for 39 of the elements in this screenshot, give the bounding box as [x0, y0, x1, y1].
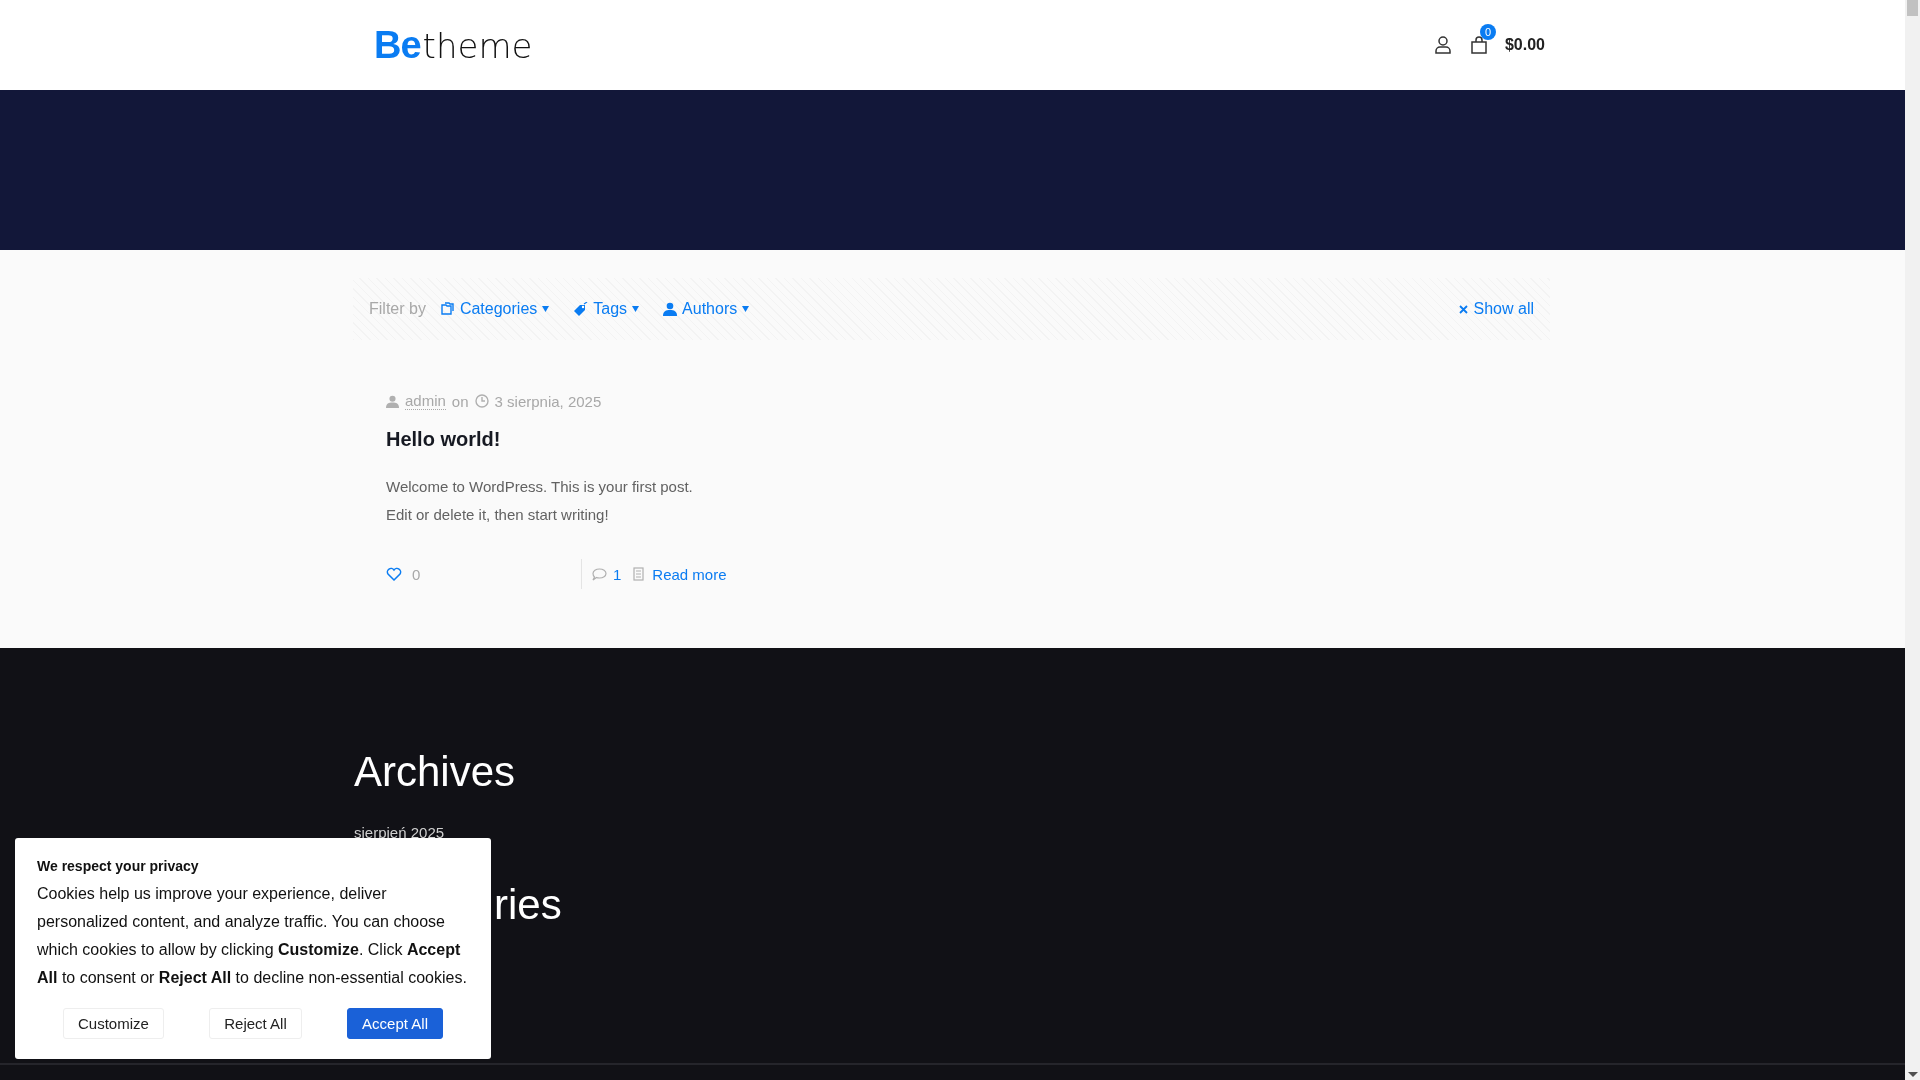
heart-icon[interactable]	[386, 567, 402, 581]
like-count: 0	[412, 565, 421, 583]
meta-text: on	[451, 392, 469, 410]
document-icon	[633, 567, 645, 581]
cookie-text: Cookies help us improve your experience, deliver personalized content, and analyze traffic. You can choose which cookies to allow by clicking Customize. Click Accept All to consent or Reject All to decline non-essential cookies.	[37, 884, 468, 988]
post-date: 3 sierpnia, 2025	[494, 392, 602, 410]
comment-icon	[592, 567, 607, 581]
scrollbar[interactable]	[1905, 0, 1920, 1080]
filter-label: Filter by	[369, 300, 426, 318]
read-more-link[interactable]: Read more	[652, 565, 727, 583]
cookie-button[interactable]: Reject All	[209, 1008, 302, 1039]
widget-title: Archives	[354, 748, 517, 796]
filter-dropdown[interactable]: Categories	[459, 300, 538, 318]
filter-dropdown[interactable]: Authors	[682, 300, 738, 318]
post-excerpt: Welcome to WordPress. This is your first post.	[386, 477, 694, 497]
cart-count-badge: 0	[1479, 24, 1496, 40]
caret-icon	[742, 306, 750, 312]
caret-icon	[542, 306, 550, 312]
archive-link[interactable]: sierpień 2025	[354, 824, 445, 841]
user-icon[interactable]	[1434, 36, 1451, 54]
accept-button[interactable]: Accept All	[347, 1008, 443, 1039]
comment-count[interactable]: 1	[613, 565, 622, 583]
close-icon	[1458, 304, 1468, 314]
post-excerpt: Edit or delete it, then start writing!	[386, 505, 610, 525]
show-all-link[interactable]: Show all	[1473, 300, 1534, 318]
clock-icon	[474, 394, 489, 408]
filter-dropdown[interactable]: Tags	[593, 300, 628, 318]
cookie-button[interactable]: Customize	[63, 1008, 164, 1039]
user-icon	[663, 302, 678, 316]
widget-title: ries	[494, 881, 563, 929]
post-title[interactable]: Hello world!	[386, 428, 746, 451]
shopping-bag-icon[interactable]	[1470, 36, 1487, 54]
user-icon	[386, 394, 399, 408]
caret-icon	[632, 306, 640, 312]
folders-icon	[439, 302, 455, 316]
cookie-title: We respect your privacy	[37, 858, 200, 874]
tag-icon	[573, 302, 589, 316]
logo[interactable]: Betheme	[374, 26, 533, 64]
cart-total[interactable]: $0.00	[1504, 36, 1545, 54]
